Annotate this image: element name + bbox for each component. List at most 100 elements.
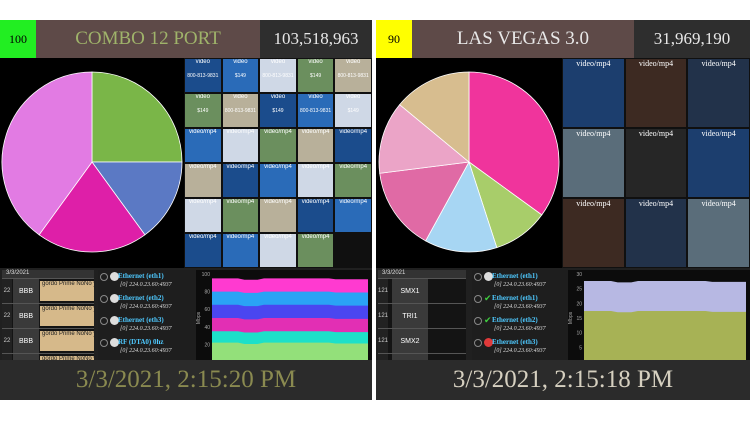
video-thumbnail[interactable]: video/mp4 (260, 234, 296, 267)
list-item[interactable]: 22BBBgordo Prime NoNo y la impac 33 Un (2, 328, 94, 353)
packet-count: 103,518,963 (260, 20, 372, 58)
row-text: gordo Prime NoNo y la impac 33 Un (40, 331, 94, 351)
interface-item[interactable]: Ethernet (eth3) [0] 224.0.23.60:4937 (98, 314, 196, 336)
video-thumbnail[interactable]: video 800-813-9831 (297, 94, 334, 127)
thumbnail-label: video/mp4 (638, 59, 674, 68)
video-thumbnail[interactable]: video/mp4 (563, 129, 624, 197)
row-number: 121 (378, 279, 388, 303)
radio-icon[interactable] (100, 339, 108, 347)
thumbnail-grid: video/mp4 video/mp4 video/mp4 video/mp4 vide… (562, 58, 750, 268)
interface-item[interactable]: Ethernet (eth2) [0] 224.0.23.60:4937 (98, 292, 196, 314)
ad-text: $149 (310, 73, 322, 79)
thumbnail-label: video/mp4 (226, 129, 255, 135)
video-thumbnail[interactable]: video $149 (260, 94, 296, 127)
list-item[interactable]: 121 SMX1 (378, 278, 466, 303)
row-name: BBB (13, 279, 39, 303)
thumbnail-label: video/mp4 (301, 129, 330, 135)
video-thumbnail[interactable]: video/mp4 (260, 129, 296, 162)
thumbnail-label: video (233, 94, 248, 100)
video-thumbnail[interactable]: video/mp4 (335, 129, 371, 162)
video-thumbnail[interactable]: video/mp4 (563, 199, 624, 267)
interface-item[interactable]: Ethernet (eth1) [0] 224.0.23.60:4937 (472, 270, 568, 292)
radio-icon[interactable] (474, 339, 482, 347)
thumbnail-label: video/mp4 (638, 129, 674, 138)
ad-text: 800-813-9831 (337, 73, 369, 79)
video-thumbnail[interactable]: video/mp4 (297, 234, 334, 267)
video-thumbnail[interactable]: video/mp4 (688, 59, 749, 127)
video-thumbnail[interactable]: video/mp4 (185, 164, 221, 197)
interface-address: [0] 224.0.23.60:4937 (494, 282, 546, 288)
panel-title: COMBO 12 PORT (36, 20, 260, 58)
video-thumbnail[interactable]: video/mp4 (222, 234, 259, 267)
interface-item[interactable]: Ethernet (eth1) [0] 224.0.23.60:4937 (98, 270, 196, 292)
thumbnail-grid: video 800-813-9831 video $149 video 800-813-9… (184, 58, 372, 268)
media-section: video 800-813-9831 video $149 video 800-813-9… (0, 58, 372, 268)
interface-name: Ethernet (eth2) (492, 316, 538, 324)
video-thumbnail[interactable]: video/mp4 (260, 199, 296, 232)
video-thumbnail[interactable]: video/mp4 (185, 129, 221, 162)
interface-name: Ethernet (eth3) (492, 338, 538, 346)
radio-icon[interactable] (474, 317, 482, 325)
video-thumbnail[interactable]: video/mp4 (335, 164, 371, 197)
radio-icon[interactable] (100, 317, 108, 325)
video-thumbnail[interactable]: video/mp4 (185, 234, 221, 267)
video-thumbnail[interactable]: video/mp4 (260, 164, 296, 197)
row-name: TRI1 (392, 304, 428, 328)
thumbnail-label: video/mp4 (264, 234, 292, 240)
row-text: gordo Prime NoNo y la impac 33 Un (40, 281, 94, 301)
video-thumbnail[interactable]: video/mp4 (222, 129, 259, 162)
ad-text: $149 (347, 108, 359, 114)
interface-item[interactable]: RF (DTA0) 0hz [0] 224.0.23.60:4937 (98, 336, 196, 358)
radio-icon[interactable] (474, 295, 482, 303)
interface-item[interactable]: ✔ Ethernet (eth2) [0] 224.0.23.60:4937 (472, 314, 568, 336)
video-thumbnail[interactable]: video/mp4 (222, 199, 259, 232)
y-tick-label: 10 (576, 331, 582, 337)
video-thumbnail[interactable]: video $149 (185, 94, 221, 127)
video-thumbnail[interactable]: video 800-813-9831 (222, 94, 259, 127)
row-number: 22 (2, 329, 12, 353)
video-thumbnail[interactable]: video/mp4 (297, 164, 334, 197)
panel-header: 90 LAS VEGAS 3.0 31,969,190 (376, 20, 750, 58)
ad-text: $149 (234, 73, 246, 79)
thumbnail-label: video/mp4 (301, 199, 330, 205)
radio-icon[interactable] (474, 273, 482, 281)
thumbnail-label: video/mp4 (188, 234, 217, 240)
interface-address: [0] 224.0.23.60:4937 (120, 326, 172, 332)
score-badge: 100 (0, 20, 36, 58)
video-thumbnail[interactable]: video/mp4 (563, 59, 624, 127)
video-thumbnail[interactable]: video/mp4 (625, 199, 687, 267)
y-tick-label: 25 (576, 287, 582, 293)
ad-text: 800-813-9831 (262, 73, 294, 79)
video-thumbnail[interactable]: video $149 (297, 59, 334, 92)
radio-icon[interactable] (100, 273, 108, 281)
video-thumbnail[interactable]: video 800-813-9831 (185, 59, 221, 92)
interface-item[interactable]: Ethernet (eth3) [0] 224.0.23.60:4937 (472, 336, 568, 358)
video-thumbnail[interactable]: video/mp4 (297, 129, 334, 162)
thumbnail-label: video/mp4 (226, 234, 255, 240)
video-thumbnail[interactable]: video $149 (335, 94, 371, 127)
list-item[interactable]: 121 TRI1 (378, 303, 466, 328)
list-item[interactable]: 22BBBgordo Prime NoNo y la impac 33 Un (2, 278, 94, 303)
video-thumbnail[interactable]: video $149 (222, 59, 259, 92)
video-thumbnail[interactable]: video 800-813-9831 (260, 59, 296, 92)
video-thumbnail[interactable]: video/mp4 (335, 199, 371, 232)
video-thumbnail[interactable]: video/mp4 (185, 199, 221, 232)
thumbnail-label: video/mp4 (226, 164, 255, 170)
video-thumbnail[interactable]: video/mp4 (688, 129, 749, 197)
video-thumbnail[interactable]: video/mp4 (625, 59, 687, 127)
video-thumbnail[interactable]: video/mp4 (222, 164, 259, 197)
row-name: SMX2 (392, 329, 428, 353)
video-thumbnail[interactable]: video 800-813-9831 (335, 59, 371, 92)
video-thumbnail[interactable]: video/mp4 (297, 199, 334, 232)
video-thumbnail[interactable]: video/mp4 (688, 199, 749, 267)
interface-address: [0] 224.0.23.60:4937 (120, 348, 172, 354)
radio-icon[interactable] (100, 295, 108, 303)
ad-text: $149 (272, 108, 284, 114)
row-name: BBB (13, 329, 39, 353)
interface-address: [0] 224.0.23.60:4937 (494, 326, 546, 332)
y-axis-label: Mbps (196, 311, 202, 324)
interface-item[interactable]: ✔ Ethernet (eth1) [0] 224.0.23.60:4937 (472, 292, 568, 314)
list-item[interactable]: 22BBBgordo Prime NoNo y la impac 33 Un (2, 303, 94, 328)
list-item[interactable]: 121 SMX2 (378, 328, 466, 353)
video-thumbnail[interactable]: video/mp4 (625, 129, 687, 197)
